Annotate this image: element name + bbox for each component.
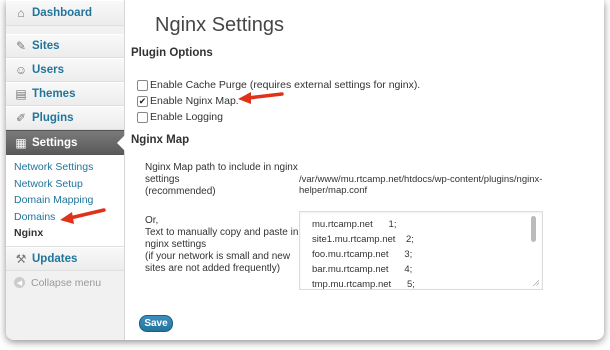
collapse-arrow-icon: ◀ — [14, 277, 25, 288]
home-icon: ⌂ — [17, 6, 25, 20]
sidebar-item-settings[interactable]: ▦ Settings — [6, 130, 125, 155]
sidebar-item-label: Updates — [32, 252, 78, 265]
sidebar-item-dashboard[interactable]: ⌂ Dashboard — [6, 0, 124, 26]
sidebar-item-themes[interactable]: ▤ Themes — [6, 82, 124, 106]
textarea-scrollbar[interactable] — [531, 216, 536, 242]
nginx-map-checkbox[interactable]: ✔ — [137, 95, 148, 107]
resize-handle-icon[interactable] — [532, 279, 539, 286]
sidebar-item-label: Users — [32, 64, 64, 76]
sidebar-item-label: Plugins — [32, 112, 74, 124]
page-title: Nginx Settings — [155, 14, 284, 36]
map-line: tmp.mu.rtcamp.net 5; — [312, 279, 415, 290]
option-label: Enable Nginx Map. — [150, 95, 239, 107]
sidebar-item-label: Settings — [32, 136, 78, 149]
themes-icon: ▤ — [15, 87, 27, 101]
map-path-label: Nginx Map path to include in nginx setti… — [145, 162, 298, 197]
submenu-network-settings[interactable]: Network Settings — [6, 159, 124, 176]
annotation-arrow-icon — [60, 208, 106, 224]
collapse-menu-label: Collapse menu — [31, 276, 102, 289]
map-line: bar.mu.rtcamp.net 4; — [312, 264, 413, 275]
logging-checkbox[interactable] — [137, 111, 148, 123]
option-nginx-map[interactable]: ✔ Enable Nginx Map. — [137, 95, 239, 107]
admin-window: ⌂ Dashboard ✎ Sites ☺ Users ▤ Themes ✐ P… — [6, 0, 604, 340]
main-content: Nginx Settings Plugin Options Enable Cac… — [125, 0, 604, 340]
option-logging[interactable]: Enable Logging — [137, 111, 223, 123]
sites-icon: ✎ — [15, 39, 27, 53]
collapse-menu-button[interactable]: ◀ Collapse menu — [6, 271, 124, 289]
admin-sidebar: ⌂ Dashboard ✎ Sites ☺ Users ▤ Themes ✐ P… — [6, 0, 125, 340]
map-line: foo.mu.rtcamp.net 3; — [312, 249, 413, 260]
sidebar-item-sites[interactable]: ✎ Sites — [6, 34, 124, 58]
submenu-nginx[interactable]: Nginx — [6, 225, 124, 242]
save-button[interactable]: Save — [139, 315, 173, 332]
sidebar-item-plugins[interactable]: ✐ Plugins — [6, 106, 124, 130]
plugins-icon: ✐ — [15, 111, 27, 125]
sidebar-item-label: Sites — [32, 40, 60, 52]
plugin-options-heading: Plugin Options — [131, 47, 213, 59]
settings-submenu: Network Settings Network Setup Domain Ma… — [6, 155, 124, 247]
option-label: Enable Logging — [150, 111, 223, 123]
users-icon: ☺ — [14, 63, 28, 77]
sidebar-item-updates[interactable]: ⚒ Updates — [6, 246, 124, 271]
map-path-value: /var/www/mu.rtcamp.net/htdocs/wp-content… — [299, 174, 543, 196]
sidebar-item-users[interactable]: ☺ Users — [6, 58, 124, 82]
submenu-network-setup[interactable]: Network Setup — [6, 176, 124, 193]
sidebar-item-label: Themes — [32, 88, 76, 100]
annotation-arrow-icon — [238, 92, 284, 104]
sidebar-item-label: Dashboard — [32, 7, 93, 19]
nginx-map-heading: Nginx Map — [131, 134, 190, 146]
nginx-map-textarea[interactable]: mu.rtcamp.net 1; site1.mu.rtcamp.net 2; … — [299, 211, 543, 290]
map-line: mu.rtcamp.net 1; — [312, 219, 397, 230]
updates-icon: ⚒ — [15, 251, 27, 266]
cache-purge-checkbox[interactable] — [137, 79, 148, 91]
settings-icon: ▦ — [15, 135, 27, 150]
map-line: site1.mu.rtcamp.net 2; — [312, 234, 414, 245]
manual-map-label: Or, Text to manually copy and paste in n… — [145, 215, 299, 274]
